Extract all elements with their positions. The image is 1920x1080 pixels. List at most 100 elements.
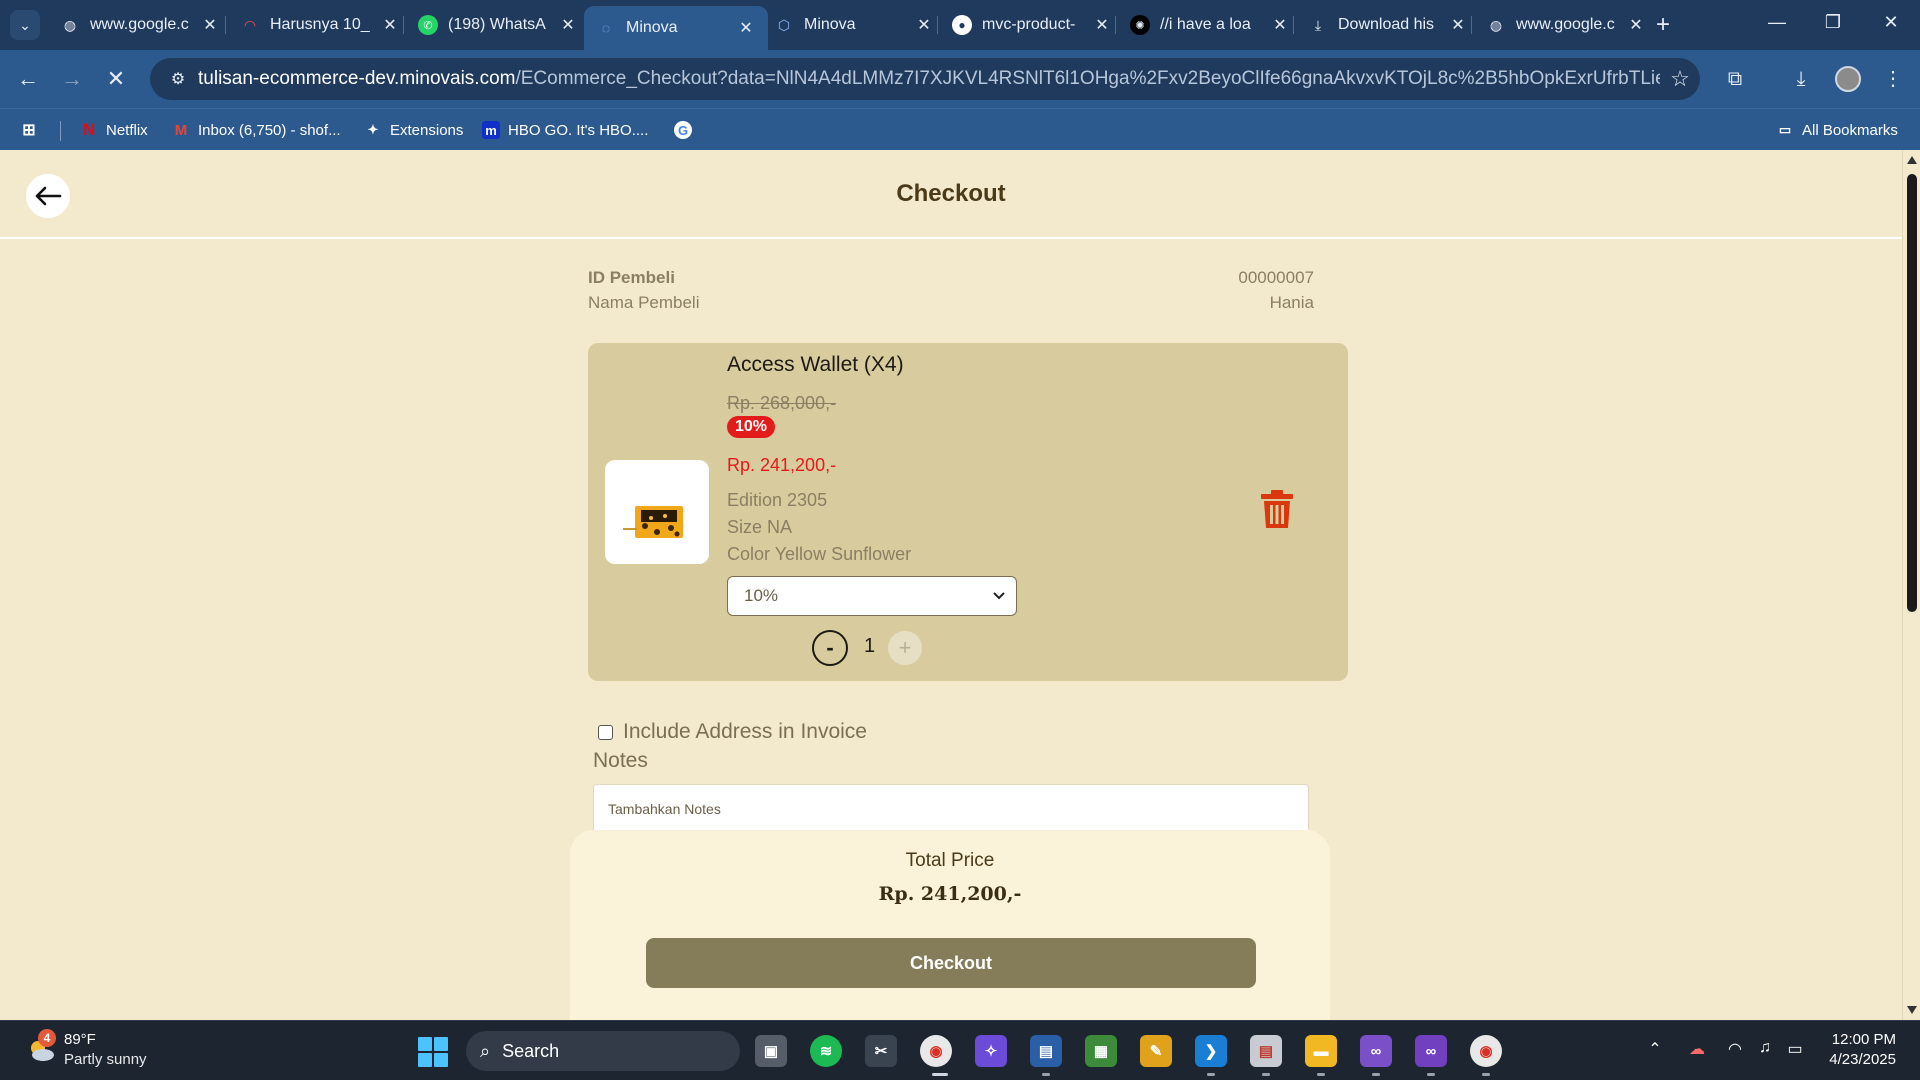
tab-ai-chat[interactable]: ✺ //i have a loa ✕ [1118, 8, 1302, 42]
battery-icon[interactable]: ▭ [1784, 1039, 1806, 1059]
product-image [605, 460, 709, 564]
tab-title: Download his [1338, 16, 1435, 33]
tab-separator [225, 16, 226, 34]
bookmark-netflix[interactable]: N Netflix [80, 109, 148, 151]
scrollbar-thumb[interactable] [1907, 174, 1917, 612]
close-tab-icon[interactable]: ✕ [1448, 15, 1468, 35]
task-view-icon[interactable]: ▣ [755, 1035, 787, 1067]
clock-time[interactable]: 12:00 PM [1826, 1031, 1896, 1048]
new-tab-button[interactable]: + [1650, 12, 1676, 38]
app-indicator [1042, 1073, 1050, 1076]
weather-description[interactable]: Partly sunny [64, 1051, 147, 1068]
snipping-icon[interactable]: ✎ [1140, 1035, 1172, 1067]
tools-icon[interactable]: ✂ [865, 1035, 897, 1067]
wifi-icon[interactable]: ◠ [1724, 1039, 1746, 1059]
all-bookmarks[interactable]: ▭ All Bookmarks [1776, 109, 1898, 151]
apps-grid-icon[interactable]: ⊞ [20, 109, 46, 151]
buyer-name-value: Hania [1269, 293, 1314, 312]
extensions-puzzle-icon[interactable]: ⧉ [1720, 64, 1750, 94]
forward-arrow-icon[interactable]: → [57, 64, 87, 94]
close-tab-icon[interactable]: ✕ [558, 15, 578, 35]
checkout-button[interactable]: Checkout [646, 938, 1256, 988]
close-tab-icon[interactable]: ✕ [1626, 15, 1646, 35]
scroll-up-icon[interactable] [1907, 156, 1917, 164]
quantity-value: 1 [864, 635, 876, 657]
bookmarks-bar: ⊞ N Netflix M Inbox (6,750) - shof... ✦ … [0, 108, 1920, 150]
include-address-checkbox[interactable] [598, 724, 613, 740]
close-window-icon[interactable]: ✕ [1876, 12, 1906, 33]
globe-icon: ◍ [1489, 16, 1503, 33]
checkout-page: Checkout ID Pembeli 00000007 Nama Pembel… [0, 150, 1902, 1020]
total-price-value: Rp. 241,200,- [878, 883, 1022, 905]
discount-badge: 10% [727, 416, 776, 438]
taskbar-search[interactable]: ⌕ Search [466, 1031, 740, 1071]
spreadsheet-icon[interactable]: ▦ [1085, 1035, 1117, 1067]
bookmark-label: Inbox (6,750) - shof... [198, 121, 341, 139]
tab-minova-active[interactable]: ◌ Minova ✕ [584, 6, 768, 50]
tab-minova-2[interactable]: ⬡ Minova ✕ [762, 8, 946, 42]
tab-google-2[interactable]: ◍ www.google.c ✕ [1474, 8, 1658, 42]
product-edition: Edition 2305 [727, 490, 828, 510]
back-arrow-icon[interactable]: ← [13, 64, 43, 94]
buyer-id-label: ID Pembeli [588, 268, 675, 287]
visual-studio-2-icon[interactable]: ∞ [1415, 1035, 1447, 1067]
close-tab-icon[interactable]: ✕ [736, 18, 756, 38]
discount-select[interactable]: 10% [727, 576, 1017, 616]
restore-icon[interactable]: ❐ [1818, 12, 1848, 33]
file-explorer-icon[interactable]: ▬ [1305, 1035, 1337, 1067]
folder-icon: ▭ [1778, 122, 1792, 137]
url-text[interactable]: tulisan-ecommerce-dev.minovais.com/EComm… [198, 68, 1660, 90]
download-icon: ⤓ [1314, 16, 1322, 33]
clock-date[interactable]: 4/23/2025 [1816, 1051, 1896, 1068]
onedrive-error-icon[interactable]: ☁ [1686, 1039, 1708, 1059]
bookmark-google[interactable]: G [674, 109, 700, 151]
site-settings-icon[interactable]: ⚙ [158, 69, 198, 89]
tab-separator [1471, 16, 1472, 34]
bookmark-gmail[interactable]: M Inbox (6,750) - shof... [172, 109, 341, 151]
close-tab-icon[interactable]: ✕ [914, 15, 934, 35]
chevron-down-icon [993, 592, 1005, 600]
page-scrollbar[interactable] [1902, 150, 1920, 1020]
tab-harusnya[interactable]: ◠ Harusnya 10_ ✕ [228, 8, 412, 42]
close-tab-icon[interactable]: ✕ [200, 15, 220, 35]
scroll-down-icon[interactable] [1907, 1006, 1917, 1014]
bookmark-extensions[interactable]: ✦ Extensions [364, 109, 464, 151]
document-icon[interactable]: ▤ [1250, 1035, 1282, 1067]
close-tab-icon[interactable]: ✕ [1270, 15, 1290, 35]
weather-temperature[interactable]: 89°F [64, 1031, 96, 1048]
close-tab-icon[interactable]: ✕ [380, 15, 400, 35]
tab-whatsapp[interactable]: ✆ (198) WhatsA ✕ [406, 8, 590, 42]
spotify-icon[interactable]: ≋ [810, 1035, 842, 1067]
copilot-icon[interactable]: ✧ [975, 1035, 1007, 1067]
visual-studio-icon[interactable]: ∞ [1360, 1035, 1392, 1067]
profile-avatar[interactable] [1835, 66, 1861, 92]
minimize-icon[interactable]: — [1762, 12, 1792, 33]
tab-search-chevron-icon[interactable]: ⌄ [10, 10, 40, 40]
bookmark-label: Netflix [106, 121, 148, 139]
stop-loading-icon[interactable]: ✕ [101, 64, 131, 94]
page-title: Checkout [896, 180, 1006, 207]
volume-icon[interactable]: ♫ [1754, 1039, 1776, 1057]
menu-kebab-icon[interactable]: ⋮ [1878, 64, 1908, 94]
taskbar-search-label: Search [502, 1040, 560, 1061]
close-tab-icon[interactable]: ✕ [1092, 15, 1112, 35]
bookmark-star-icon[interactable]: ☆ [1660, 66, 1700, 92]
tab-google-1[interactable]: ◍ www.google.c ✕ [48, 8, 232, 42]
original-price: Rp. 268,000,- [727, 393, 837, 413]
tab-github[interactable]: ● mvc-product- ✕ [940, 8, 1124, 42]
bookmark-hbo[interactable]: m HBO GO. It's HBO.... [482, 109, 648, 151]
tab-download[interactable]: ⤓ Download his ✕ [1296, 8, 1480, 42]
address-bar[interactable]: ⚙ tulisan-ecommerce-dev.minovais.com/ECo… [150, 58, 1700, 100]
quantity-increase-button[interactable]: + [888, 631, 922, 665]
remote-desktop-icon[interactable]: ▤ [1030, 1035, 1062, 1067]
downloads-icon[interactable]: ⤓ [1786, 64, 1816, 94]
ai-icon: ✺ [1130, 15, 1150, 35]
quantity-decrease-button[interactable]: - [812, 630, 848, 666]
trash-icon[interactable] [1260, 489, 1294, 529]
chrome-2-icon[interactable]: ◉ [1470, 1035, 1502, 1067]
vscode-icon[interactable]: ❯ [1195, 1035, 1227, 1067]
product-name: Access Wallet (X4) [727, 353, 904, 376]
windows-start-icon[interactable] [418, 1037, 448, 1067]
chrome-icon[interactable]: ◉ [920, 1035, 952, 1067]
chevron-up-icon[interactable]: ⌃ [1644, 1039, 1666, 1059]
